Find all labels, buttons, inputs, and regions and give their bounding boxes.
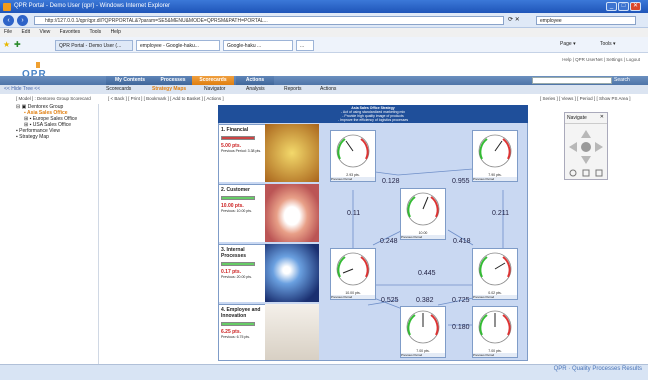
gauge-dial-icon [406,192,440,226]
breadcrumb[interactable]: [ Model ] : Dentorex Group Scorecard [16,95,91,103]
link-line [397,168,474,176]
close-button[interactable]: ✕ [630,2,641,11]
crumb-actions[interactable]: [ < Back ] [ Print ] [ Bookmark ] [ Add … [108,95,224,103]
gauge-footer: Previous Period [401,353,445,357]
menu-edit[interactable]: Edit [21,29,30,35]
browser-tab-qpr[interactable]: QPR Portal - Demo User (... [55,40,133,51]
logo-bars-icon [36,62,40,68]
menu-favorites[interactable]: Favorites [60,29,81,35]
subnav-navigator[interactable]: Navigator [204,85,225,94]
subnav-actions[interactable]: Actions [320,85,336,94]
gauge-processes-2[interactable]: 0.02 pts. Previous Period [472,248,518,300]
link-weight: 0.525 [381,297,399,304]
gauge-customer[interactable]: 10.00 Previous Period [400,188,446,240]
url-field[interactable]: http://127.0.0.1/qpr/qpr.dll?QPRPORTAL&?… [34,16,504,25]
link-weight: 0.11 [347,210,361,217]
browser-tab-google1[interactable]: employee - Google-haku... [136,40,220,51]
refresh-icon[interactable]: ⟳ ✕ [508,16,520,23]
favorites-bar: ★ ✚ QPR Portal - Demo User (... employee… [0,37,648,53]
sub-navigation: << Hide Tree << Scorecards Strategy Maps… [0,85,648,94]
refresh-icon [569,169,577,177]
link-weight: 0.248 [380,238,398,245]
gauge-financial-2[interactable]: 7.90 pts. Previous Period [472,130,518,182]
gauge-footer: Previous Period [473,353,517,357]
menu-tools[interactable]: Tools [89,29,101,35]
browser-tab-google2[interactable]: Google-haku ... [223,40,293,51]
pan-right-icon [595,142,603,152]
subnav-scorecards[interactable]: Scorecards [106,85,131,94]
window-titlebar: QPR Portal - Demo User (qpr) - Windows I… [0,0,648,13]
gauge-footer: Previous Period [401,235,445,239]
forward-icon[interactable]: › [17,15,28,26]
maximize-button[interactable]: □ [618,2,629,11]
link-weight: 0.211 [492,210,509,217]
link-weight: 0.128 [382,178,400,185]
gauge-dial-icon [336,252,370,286]
link-weight: 0.725 [452,297,470,304]
view-actions[interactable]: [ Series ] [ Views ] [ Period ] [ Show P… [540,95,630,103]
footer-tagline: QPR · Quality Processes Results [553,366,642,372]
search-button[interactable]: Search [614,76,630,85]
menu-view[interactable]: View [39,29,50,35]
subnav-analysis[interactable]: Analysis [246,85,265,94]
link-weight: 0.382 [416,297,434,304]
navigate-close-icon[interactable]: ✕ [600,114,604,120]
fit-icon [582,169,590,177]
app-search-input[interactable] [532,77,612,84]
zoom-icon [595,169,603,177]
gauge-dial-icon [336,134,370,168]
scorecard-tree: ⊟ ▣ Dentorex Group ▪ Asia Sales Office ⊞… [14,104,99,364]
link-weight: 0.418 [453,238,471,245]
gauge-footer: Previous Period [331,177,375,181]
menu-help[interactable]: Help [111,29,121,35]
navigate-title: Navigate [567,115,587,121]
navigate-panel: Navigate ✕ [564,112,608,180]
navigate-header: Navigate ✕ [565,113,607,124]
tab-actions[interactable]: Actions [236,76,274,85]
favorites-star-icon[interactable]: ★ [3,40,10,49]
browser-tab-new[interactable]: ... [296,40,314,51]
gauge-footer: Previous Period [331,295,375,299]
gauge-employee-1[interactable]: 7.00 pts. Previous Period [400,306,446,358]
gauge-footer: Previous Period [473,177,517,181]
subnav-strategy-maps[interactable]: Strategy Maps [152,85,186,94]
pan-zoom-control[interactable] [565,124,607,180]
link-weight: 0.955 [452,178,470,185]
tab-processes[interactable]: Processes [154,76,192,85]
browser-menubar: File Edit View Favorites Tools Help [0,28,648,37]
menu-file[interactable]: File [4,29,12,35]
hide-tree-link[interactable]: << Hide Tree << [4,85,40,94]
app-icon [3,3,11,11]
gauge-dial-icon [478,134,512,168]
subnav-reports[interactable]: Reports [284,85,302,94]
back-icon[interactable]: ‹ [3,15,14,26]
tab-scorecards[interactable]: Scorecards [192,76,234,85]
gauge-processes-1[interactable]: 10.00 pts. Previous Period [330,248,376,300]
window-title: QPR Portal - Demo User (qpr) - Windows I… [14,3,171,9]
add-favorites-icon[interactable]: ✚ [14,40,21,49]
tree-item-strategy-map[interactable]: ▪ Strategy Map [16,134,98,140]
browser-search-input[interactable]: employee [536,16,636,25]
tab-my-contents[interactable]: My Contents [106,76,154,85]
gauge-financial-1[interactable]: 2.93 pts. Previous Period [330,130,376,182]
pan-up-icon [581,130,591,138]
address-bar: ‹ › http://127.0.0.1/qpr/qpr.dll?QPRPORT… [0,13,648,28]
minimize-button[interactable]: _ [606,2,617,11]
page-menu[interactable]: Page ▾ [560,41,576,47]
tools-menu[interactable]: Tools ▾ [600,41,616,47]
breadcrumb-line: [ Model ] : Dentorex Group Scorecard [ <… [0,95,648,103]
top-links[interactable]: Help | QPR UserNet | Settings | Logout [562,57,640,62]
link-weight: 0.180 [452,324,470,331]
gauge-dial-icon [478,310,512,344]
gauge-dial-icon [478,252,512,286]
app-header [0,53,648,78]
pan-center-icon [581,142,591,152]
status-bar [0,364,648,380]
gauge-footer: Previous Period [473,295,517,299]
pan-down-icon [581,156,591,164]
gauge-employee-2[interactable]: 7.00 pts. Previous Period [472,306,518,358]
pan-left-icon [569,142,577,152]
link-weight: 0.445 [418,270,436,277]
gauge-dial-icon [406,310,440,344]
